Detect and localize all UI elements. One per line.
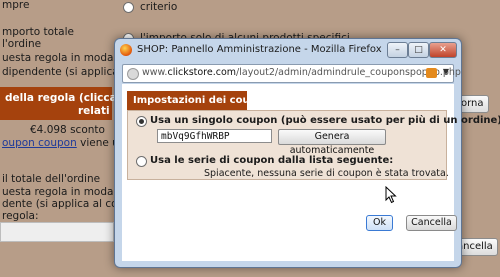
- bg-input-area[interactable]: [0, 222, 114, 242]
- bg-text-line: uesta regola in modalità: [2, 186, 130, 198]
- bg-text-right: criterio: [140, 1, 178, 13]
- bg-text-line: uesta regola in modalità: [2, 52, 130, 64]
- url-domain: clickstore.com: [167, 67, 237, 78]
- bg-text-line: mpre: [2, 0, 30, 11]
- popup-content: Impostazioni dei coupon Usa un singolo c…: [122, 84, 500, 261]
- coupon-options-panel: Usa un singolo coupon (può essere usato …: [127, 110, 500, 180]
- globe-icon: [127, 68, 139, 80]
- popup-window: SHOP: Pannello Amministrazione - Mozilla…: [114, 38, 500, 268]
- chevron-down-icon[interactable]: ▼: [443, 67, 449, 76]
- url-prefix: www.: [142, 67, 168, 78]
- bg-discount-text: €4.098 sconto: [30, 124, 105, 136]
- firefox-icon: [120, 44, 132, 56]
- bg-rule-banner: della regola (clicca sulle relati: [0, 87, 148, 120]
- window-titlebar[interactable]: SHOP: Pannello Amministrazione - Mozilla…: [115, 39, 461, 61]
- mouse-cursor-icon: [385, 186, 397, 204]
- maximize-icon[interactable]: □: [408, 42, 429, 58]
- bg-text-line: regola:: [2, 210, 39, 222]
- url-text[interactable]: www.clickstore.com/layout2/admin/admindr…: [142, 67, 461, 78]
- bg-coupon-link[interactable]: oupon coupon: [2, 137, 77, 149]
- bg-text-line: l'ordine: [2, 38, 42, 50]
- bg-text-line: dipendente (si applica al: [2, 66, 132, 78]
- ok-button[interactable]: Ok: [366, 215, 393, 231]
- coupon-series-radio[interactable]: [136, 156, 147, 167]
- cancel-button[interactable]: Cancella: [406, 215, 457, 231]
- bg-radio[interactable]: [123, 2, 134, 13]
- bg-total-text: il totale dell'ordine: [2, 173, 101, 185]
- minimize-icon[interactable]: –: [387, 42, 408, 58]
- coupon-settings-header: Impostazioni dei coupon: [127, 91, 271, 110]
- series-message: Spiacente, nessuna serie di coupon è sta…: [204, 168, 449, 179]
- single-coupon-label: Usa un singolo coupon (può essere usato …: [150, 115, 500, 126]
- url-bar[interactable]: www.clickstore.com/layout2/admin/admindr…: [122, 64, 461, 83]
- window-title: SHOP: Pannello Amministrazione - Mozilla…: [137, 44, 382, 55]
- coupon-series-label: Usa le serie di coupon dalla lista segue…: [150, 155, 394, 166]
- generate-button[interactable]: Genera automaticamente: [278, 129, 386, 156]
- bg-banner-text: relati: [78, 105, 110, 117]
- bg-text-line: mporto totale: [2, 26, 74, 38]
- coupon-code-input[interactable]: mbVq9GfhWRBP: [157, 129, 272, 143]
- addon-icon[interactable]: [426, 68, 437, 78]
- single-coupon-radio[interactable]: [136, 116, 147, 127]
- close-icon[interactable]: ✕: [429, 42, 457, 58]
